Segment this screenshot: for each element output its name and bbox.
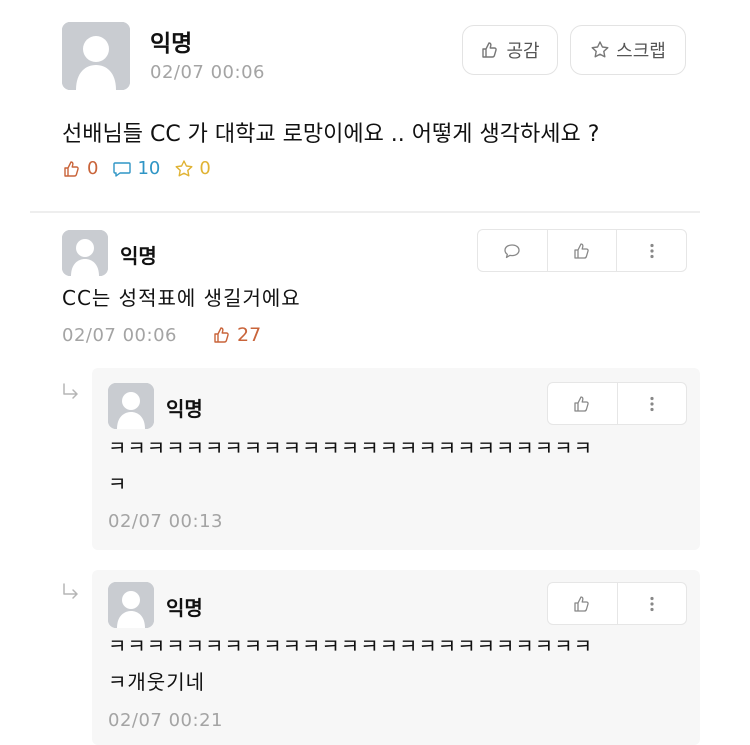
avatar-icon (62, 22, 130, 90)
like-button-label: 공감 (506, 41, 540, 62)
scrap-count: 0 (174, 158, 211, 179)
reply-2-text-line-1: ㅋㅋㅋㅋㅋㅋㅋㅋㅋㅋㅋㅋㅋㅋㅋㅋㅋㅋㅋㅋㅋㅋㅋㅋㅋ (108, 634, 593, 658)
reply-arrow-icon (63, 583, 78, 599)
scrap-count-value: 0 (199, 158, 211, 179)
thumbs-up-icon (574, 595, 589, 612)
more-icon (650, 396, 654, 411)
thumbs-up-icon (214, 327, 229, 343)
vote-count: 0 (62, 158, 98, 179)
reply-arrow-icon (63, 383, 78, 399)
thumbs-up-icon (574, 395, 589, 412)
reply-1-author-avatar (108, 383, 154, 429)
vote-count-value: 0 (87, 158, 99, 179)
comment-timestamp: 02/07 00:06 (62, 325, 177, 346)
reply-1-text-line-2: ㅋ (108, 472, 128, 496)
avatar-icon (108, 383, 154, 429)
reply-1-timestamp: 02/07 00:13 (108, 511, 223, 532)
reply-2-author-avatar (108, 582, 154, 628)
speech-bubble-icon (113, 161, 132, 177)
comment-vote-count: 27 (212, 324, 261, 346)
like-button[interactable]: 공감 (462, 25, 558, 75)
speech-bubble-icon (504, 243, 520, 258)
post-body: 선배님들 CC 가 대학교 로망이에요 .. 어떻게 생각하세요 ? (62, 122, 600, 147)
reply-2-text-line-2: ㅋ개웃기네 (108, 670, 205, 694)
thumbs-up-icon (64, 160, 79, 177)
reply-2-author: 익명 (166, 596, 203, 620)
reply-1-actions (547, 382, 687, 425)
reply-1-author: 익명 (166, 397, 203, 421)
star-icon (591, 41, 609, 58)
post-author-avatar (62, 22, 130, 90)
comment-count-value: 10 (137, 158, 161, 179)
comment-count: 10 (112, 158, 160, 179)
avatar-icon (108, 582, 154, 628)
comment-more-button[interactable] (616, 230, 686, 271)
reply-1-like-button[interactable] (548, 383, 617, 424)
comment-author-avatar (62, 230, 108, 276)
comment-text: CC는 성적표에 생길거에요 (62, 286, 301, 310)
star-icon (175, 159, 193, 176)
comment-actions (477, 229, 687, 272)
reply-2-like-button[interactable] (548, 583, 617, 624)
comment-vote-value: 27 (237, 324, 262, 346)
avatar-icon (62, 230, 108, 276)
thumbs-up-icon (482, 42, 498, 58)
more-icon (650, 596, 654, 611)
divider (30, 211, 700, 213)
more-icon (650, 243, 654, 258)
comment-author: 익명 (120, 244, 157, 268)
reply-2-more-button[interactable] (616, 583, 687, 624)
scrap-button[interactable]: 스크랩 (570, 25, 686, 75)
post-timestamp: 02/07 00:06 (150, 62, 265, 83)
comment-like-button[interactable] (546, 230, 617, 271)
post-stats: 0 10 0 (62, 158, 211, 179)
reply-2-timestamp: 02/07 00:21 (108, 710, 223, 731)
thumbs-up-icon (574, 242, 589, 259)
reply-1-more-button[interactable] (616, 383, 687, 424)
reply-button[interactable] (478, 230, 547, 271)
post-author: 익명 (150, 31, 193, 57)
reply-2-actions (547, 582, 687, 625)
scrap-button-label: 스크랩 (616, 41, 666, 62)
reply-1-text-line-1: ㅋㅋㅋㅋㅋㅋㅋㅋㅋㅋㅋㅋㅋㅋㅋㅋㅋㅋㅋㅋㅋㅋㅋㅋㅋ (108, 436, 593, 460)
